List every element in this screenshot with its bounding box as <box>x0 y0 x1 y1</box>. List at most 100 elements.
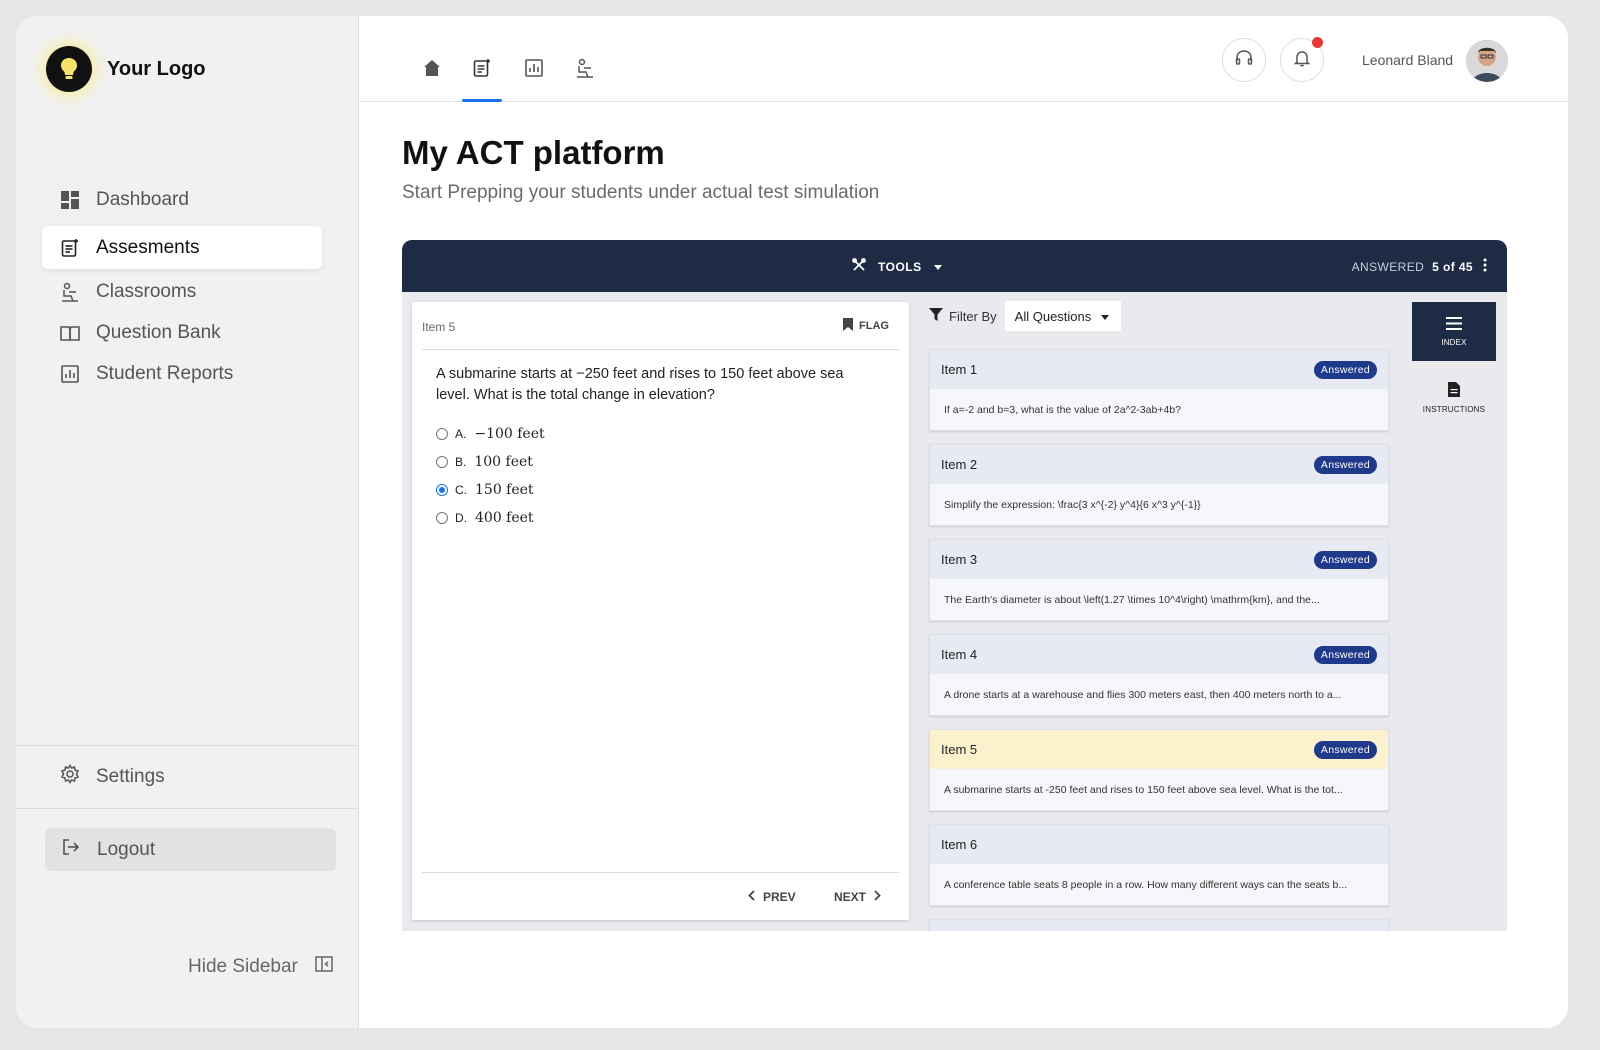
index-label: INDEX <box>1441 337 1467 347</box>
question-index: Filter By All Questions Item 1 Answered I… <box>919 292 1397 931</box>
panel-header: TOOLS ANSWERED 5 of 45 <box>402 240 1507 292</box>
logout-icon <box>61 837 81 863</box>
index-button[interactable]: INDEX <box>1412 302 1496 361</box>
answer-options: A. −100 feet B. 100 feet C. 150 feet D. … <box>436 420 545 532</box>
option-value: −100 feet <box>474 426 545 442</box>
bell-icon <box>1292 48 1312 73</box>
instructions-button[interactable]: INSTRUCTIONS <box>1412 368 1496 427</box>
sidebar-item-label: Student Reports <box>96 363 234 384</box>
caret-down-icon <box>1091 309 1110 324</box>
tab-assessments[interactable] <box>462 58 502 102</box>
status-badge: Answered <box>1313 645 1377 664</box>
sidebar-nav: Dashboard Assesments Classrooms Question… <box>42 178 322 397</box>
sidebar-item-dashboard[interactable]: Dashboard <box>42 178 322 221</box>
gear-icon <box>60 764 80 790</box>
list-item[interactable] <box>929 919 1389 931</box>
sidebar-item-question-bank[interactable]: Question Bank <box>42 315 322 351</box>
item-title: Item 6 <box>941 837 978 852</box>
status-badge: Answered <box>1313 740 1377 759</box>
app-window: Your Logo Dashboard Assesments Classroom… <box>16 16 1568 1028</box>
status-badge: Answered <box>1313 360 1377 379</box>
list-item[interactable]: Item 4 Answered A drone starts at a wareh… <box>929 634 1389 716</box>
sidebar-collapse-icon <box>314 954 334 980</box>
settings-button[interactable]: Settings <box>60 764 165 790</box>
notification-badge <box>1312 37 1323 48</box>
answered-count: 5 of 45 <box>1432 259 1473 274</box>
lightbulb-icon <box>46 46 92 92</box>
option-letter: A. <box>455 427 467 441</box>
option-a[interactable]: A. −100 feet <box>436 420 545 448</box>
notifications-button[interactable] <box>1280 37 1324 82</box>
sidebar-item-assesments[interactable]: Assesments <box>42 226 322 269</box>
report-icon <box>524 58 544 102</box>
filter-icon <box>929 307 943 325</box>
sidebar-item-label: Question Bank <box>96 322 221 343</box>
option-value: 400 feet <box>475 510 534 526</box>
list-item[interactable]: Item 1 Answered If a=-2 and b=3, what is … <box>929 349 1389 431</box>
sidebar-item-label: Assesments <box>96 236 200 258</box>
support-button[interactable] <box>1222 38 1266 82</box>
avatar[interactable] <box>1466 40 1508 82</box>
logout-button[interactable]: Logout <box>45 828 336 871</box>
list-item[interactable]: Item 2 Answered Simplify the expression: … <box>929 444 1389 526</box>
question-card: Item 5 FLAG A submarine starts at −250 f… <box>412 302 909 920</box>
tools-label: TOOLS <box>878 259 922 274</box>
more-vertical-icon[interactable] <box>1483 258 1487 275</box>
question-text: A submarine starts at −250 feet and rise… <box>436 366 844 403</box>
book-icon <box>60 323 80 343</box>
next-label: NEXT <box>834 890 867 904</box>
hide-sidebar-button[interactable]: Hide Sidebar <box>188 954 334 980</box>
sidebar-item-student-reports[interactable]: Student Reports <box>42 356 322 392</box>
radio-d[interactable] <box>436 512 448 524</box>
option-value: 100 feet <box>474 454 533 470</box>
settings-label: Settings <box>96 766 165 787</box>
filter-row: Filter By All Questions <box>929 301 1122 331</box>
option-b[interactable]: B. 100 feet <box>436 448 545 476</box>
filter-select[interactable]: All Questions <box>1004 301 1122 331</box>
option-letter: D. <box>455 511 467 525</box>
prev-button[interactable]: PREV <box>748 890 796 904</box>
assessment-icon <box>60 238 80 258</box>
tab-home[interactable] <box>412 58 452 102</box>
user-name: Leonard Bland <box>1362 52 1454 68</box>
list-item-current[interactable]: Item 5 Answered A submarine starts at -25… <box>929 729 1389 811</box>
flag-button[interactable]: FLAG <box>843 318 889 334</box>
tools-menu[interactable]: TOOLS <box>846 258 948 275</box>
page-title: My ACT platform <box>402 134 665 171</box>
items-list: Item 1 Answered If a=-2 and b=3, what is … <box>929 349 1389 931</box>
footer-divider <box>422 872 899 873</box>
item-title: Item 1 <box>941 362 978 377</box>
radio-a[interactable] <box>436 428 448 440</box>
classroom-icon <box>60 282 80 302</box>
tab-reports[interactable] <box>514 58 554 102</box>
answered-counter: ANSWERED 5 of 45 <box>1352 258 1487 275</box>
option-c[interactable]: C. 150 feet <box>436 476 545 504</box>
radio-c[interactable] <box>436 484 448 496</box>
flag-label: FLAG <box>859 320 889 332</box>
report-icon <box>60 364 80 384</box>
logo-text: Your Logo <box>107 57 206 80</box>
assessment-icon <box>472 58 492 102</box>
option-d[interactable]: D. 400 feet <box>436 504 545 532</box>
tab-classrooms[interactable] <box>565 58 605 102</box>
panel-side-menu: INDEX INSTRUCTIONS <box>1397 292 1507 931</box>
radio-b[interactable] <box>436 456 448 468</box>
bookmark-icon <box>843 318 859 334</box>
item-preview: Simplify the expression: \frac{3 x^{-2} … <box>944 499 1201 511</box>
filter-value: All Questions <box>1014 308 1092 324</box>
test-simulation-panel: TOOLS ANSWERED 5 of 45 Item 5 FLAG A sub… <box>402 240 1507 931</box>
answered-label: ANSWERED <box>1351 259 1425 274</box>
chevron-right-icon <box>866 890 881 904</box>
tools-icon <box>852 258 866 275</box>
item-preview: A submarine starts at -250 feet and rise… <box>944 784 1343 796</box>
status-badge: Answered <box>1313 550 1377 569</box>
sidebar-divider <box>16 745 359 746</box>
list-item[interactable]: Item 3 Answered The Earth's diameter is a… <box>929 539 1389 621</box>
next-button[interactable]: NEXT <box>834 890 881 904</box>
option-letter: C. <box>455 483 467 497</box>
brand[interactable]: Your Logo <box>46 46 206 92</box>
sidebar-item-label: Dashboard <box>96 188 189 210</box>
list-item[interactable]: Item 6 A conference table seats 8 people… <box>929 824 1389 906</box>
sidebar-item-classrooms[interactable]: Classrooms <box>42 274 322 310</box>
top-bar: Leonard Bland <box>360 16 1568 102</box>
